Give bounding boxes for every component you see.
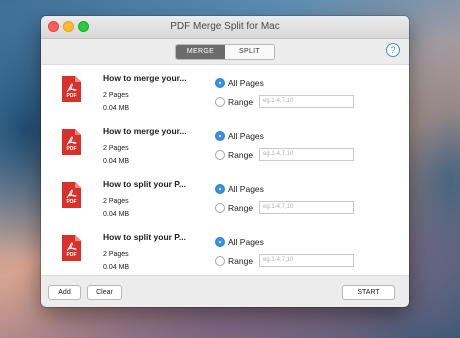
range-radio[interactable] xyxy=(215,97,225,107)
range-input[interactable]: eg.1-4,7,10 xyxy=(259,254,354,267)
file-pages: 2 Pages xyxy=(103,251,129,258)
file-size: 0.04 MB xyxy=(103,211,130,218)
file-pages: 2 Pages xyxy=(103,92,129,99)
file-pages: 2 Pages xyxy=(103,145,129,152)
all-pages-radio[interactable] xyxy=(215,78,225,88)
all-pages-radio[interactable] xyxy=(215,184,225,194)
pdf-icon-label: PDF xyxy=(66,252,77,258)
range-label[interactable]: Range xyxy=(228,203,253,213)
toolbar: MERGE SPLIT ? xyxy=(41,39,409,63)
clear-button[interactable]: Clear xyxy=(87,285,122,300)
start-button[interactable]: START xyxy=(342,285,395,300)
all-pages-label[interactable]: All Pages xyxy=(228,131,264,141)
add-button[interactable]: Add xyxy=(48,285,81,300)
file-size: 0.04 MB xyxy=(103,105,130,112)
range-input[interactable]: eg.1-4,7,10 xyxy=(259,95,354,108)
acrobat-swirl-icon xyxy=(66,83,77,93)
help-icon[interactable]: ? xyxy=(386,43,400,57)
app-window: PDF Merge Split for Mac MERGE SPLIT ? PD… xyxy=(41,16,409,307)
range-input[interactable]: eg.1-4,7,10 xyxy=(259,201,354,214)
acrobat-swirl-icon xyxy=(66,136,77,146)
pdf-icon-label: PDF xyxy=(66,199,77,205)
bottom-bar: Add Clear START xyxy=(41,274,409,307)
title-bar: PDF Merge Split for Mac xyxy=(41,16,409,39)
range-label[interactable]: Range xyxy=(228,97,253,107)
tab-merge[interactable]: MERGE xyxy=(176,45,225,59)
pdf-icon-label: PDF xyxy=(66,146,77,152)
all-pages-label[interactable]: All Pages xyxy=(228,237,264,247)
range-radio[interactable] xyxy=(215,150,225,160)
all-pages-label[interactable]: All Pages xyxy=(228,78,264,88)
acrobat-swirl-icon xyxy=(66,242,77,252)
mode-segmented-control: MERGE SPLIT xyxy=(175,44,275,60)
file-name: How to merge your... xyxy=(103,126,187,136)
file-list: PDF How to merge your... 2 Pages 0.04 MB… xyxy=(41,64,409,276)
acrobat-swirl-icon xyxy=(66,189,77,199)
all-pages-radio[interactable] xyxy=(215,237,225,247)
list-item: PDF How to merge your... 2 Pages 0.04 MB… xyxy=(41,118,409,171)
pdf-icon-label: PDF xyxy=(66,93,77,99)
file-name: How to split your P... xyxy=(103,232,186,242)
file-size: 0.04 MB xyxy=(103,264,130,271)
range-radio[interactable] xyxy=(215,203,225,213)
pdf-fold-corner xyxy=(75,76,81,82)
all-pages-radio[interactable] xyxy=(215,131,225,141)
list-item: PDF How to split your P... 2 Pages 0.04 … xyxy=(41,224,409,275)
file-name: How to merge your... xyxy=(103,73,187,83)
file-size: 0.04 MB xyxy=(103,158,130,165)
list-item: PDF How to split your P... 2 Pages 0.04 … xyxy=(41,171,409,224)
tab-split[interactable]: SPLIT xyxy=(225,45,274,59)
range-radio[interactable] xyxy=(215,256,225,266)
window-title: PDF Merge Split for Mac xyxy=(170,21,280,32)
file-name: How to split your P... xyxy=(103,179,186,189)
all-pages-label[interactable]: All Pages xyxy=(228,184,264,194)
range-label[interactable]: Range xyxy=(228,256,253,266)
list-item: PDF How to merge your... 2 Pages 0.04 MB… xyxy=(41,65,409,118)
range-label[interactable]: Range xyxy=(228,150,253,160)
file-pages: 2 Pages xyxy=(103,198,129,205)
range-input[interactable]: eg.1-4,7,10 xyxy=(259,148,354,161)
